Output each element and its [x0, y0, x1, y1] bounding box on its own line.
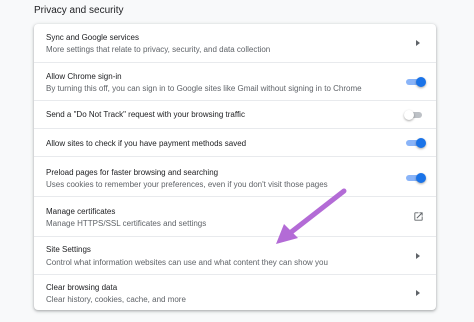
row-site-settings[interactable]: Site Settings Control what information w…: [34, 236, 436, 274]
payment-methods-toggle[interactable]: [404, 137, 426, 149]
row-do-not-track: Send a "Do Not Track" request with your …: [34, 100, 436, 128]
row-subtitle: By turning this off, you can sign in to …: [46, 84, 362, 93]
row-title: Allow sites to check if you have payment…: [46, 139, 247, 148]
chevron-right-icon[interactable]: [416, 40, 420, 46]
open-in-new-icon[interactable]: [413, 211, 424, 222]
purple-arrow-annotation: [276, 188, 347, 244]
chevron-right-icon[interactable]: [416, 253, 420, 259]
toggle-knob: [416, 77, 426, 87]
row-subtitle: Control what information websites can us…: [46, 258, 328, 267]
row-title: Send a "Do Not Track" request with your …: [46, 110, 245, 119]
toggle-knob: [404, 110, 414, 120]
row-payment-methods: Allow sites to check if you have payment…: [34, 128, 436, 156]
row-title: Clear browsing data: [46, 283, 118, 292]
chevron-right-icon[interactable]: [416, 290, 420, 296]
row-subtitle: More settings that relate to privacy, se…: [46, 45, 271, 54]
toggle-knob: [416, 138, 426, 148]
row-title: Sync and Google services: [46, 33, 139, 42]
row-sync-google-services[interactable]: Sync and Google services More settings t…: [34, 24, 436, 62]
toggle-knob: [416, 173, 426, 183]
row-title: Preload pages for faster browsing and se…: [46, 168, 219, 177]
do-not-track-toggle[interactable]: [404, 109, 426, 121]
row-title: Allow Chrome sign-in: [46, 72, 122, 81]
row-allow-chrome-signin: Allow Chrome sign-in By turning this off…: [34, 62, 436, 100]
section-title: Privacy and security: [34, 5, 124, 16]
row-subtitle: Clear history, cookies, cache, and more: [46, 295, 186, 304]
row-preload-pages: Preload pages for faster browsing and se…: [34, 156, 436, 196]
privacy-security-card: Sync and Google services More settings t…: [34, 24, 436, 310]
row-subtitle: Manage HTTPS/SSL certificates and settin…: [46, 219, 207, 228]
allow-signin-toggle[interactable]: [404, 76, 426, 88]
row-manage-certificates[interactable]: Manage certificates Manage HTTPS/SSL cer…: [34, 196, 436, 236]
preload-pages-toggle[interactable]: [404, 172, 426, 184]
row-title: Manage certificates: [46, 207, 116, 216]
row-title: Site Settings: [46, 245, 91, 254]
row-clear-browsing-data[interactable]: Clear browsing data Clear history, cooki…: [34, 274, 436, 310]
